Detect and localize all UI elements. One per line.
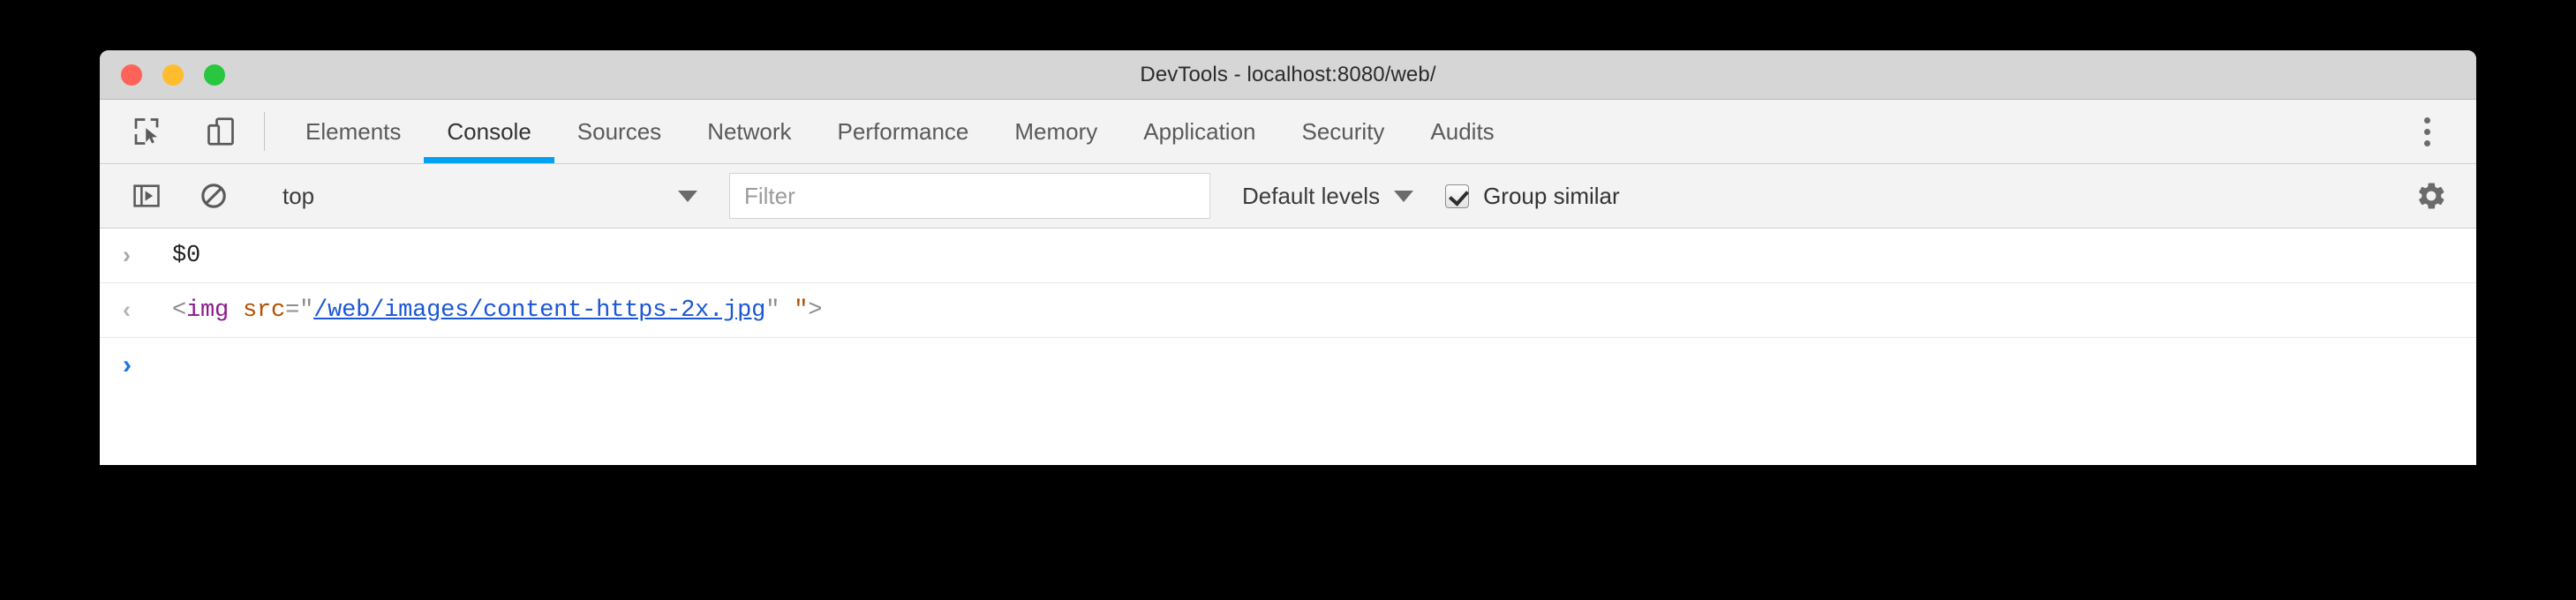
- tab-performance[interactable]: Performance: [815, 100, 992, 163]
- tabbar-tool-icons: [100, 100, 246, 163]
- chevron-down-icon: [678, 190, 697, 202]
- token-angle-close: >: [808, 296, 823, 324]
- console-result-gutter-icon: ‹: [123, 296, 131, 323]
- console-levels-label: Default levels: [1242, 182, 1381, 209]
- token-equals: =: [285, 296, 300, 324]
- tabbar-right-group: [2366, 100, 2476, 163]
- token-tag-name: img: [186, 296, 230, 324]
- window-title: DevTools - localhost:8080/web/: [1140, 63, 1436, 86]
- execution-context-select[interactable]: top: [272, 171, 713, 221]
- tab-network[interactable]: Network: [684, 100, 814, 163]
- tab-application[interactable]: Application: [1120, 100, 1278, 163]
- tab-console[interactable]: Console: [424, 100, 555, 163]
- console-input-expression: $0: [172, 242, 201, 269]
- devtools-tabbar: Elements Console Sources Network Perform…: [100, 100, 2476, 164]
- tab-sources[interactable]: Sources: [554, 100, 684, 163]
- console-input-row[interactable]: › $0: [100, 229, 2476, 283]
- console-message-list[interactable]: › $0 ‹ <img src="/web/images/content-htt…: [100, 229, 2476, 463]
- group-similar-checkbox[interactable]: Group similar: [1445, 171, 1620, 221]
- token-quote-close: ": [765, 296, 780, 324]
- token-trailing-quote: ": [780, 296, 809, 324]
- devtools-window: DevTools - localhost:8080/web/ Elements …: [100, 50, 2476, 465]
- window-titlebar: DevTools - localhost:8080/web/: [100, 50, 2476, 100]
- chevron-down-icon: [1394, 190, 1414, 202]
- resource-link[interactable]: /web/images/content-https-2x.jpg: [313, 297, 765, 324]
- token-quote-open: ": [299, 296, 314, 324]
- console-result-value: <img src="/web/images/content-https-2x.j…: [172, 297, 2476, 324]
- tabbar-separator: [264, 112, 265, 151]
- tab-security[interactable]: Security: [1279, 100, 1408, 163]
- gear-icon[interactable]: [2406, 170, 2457, 221]
- tab-memory[interactable]: Memory: [991, 100, 1120, 163]
- device-toolbar-icon[interactable]: [195, 106, 246, 157]
- execution-context-label: top: [282, 182, 315, 209]
- group-similar-label: Group similar: [1483, 182, 1620, 209]
- tab-elements[interactable]: Elements: [282, 100, 424, 163]
- clear-console-icon[interactable]: [188, 170, 239, 221]
- inspect-element-icon[interactable]: [121, 106, 172, 157]
- console-sidebar-toggle-icon[interactable]: [121, 170, 172, 221]
- console-prompt-row[interactable]: ›: [100, 338, 2476, 393]
- token-angle-open: <: [172, 296, 187, 324]
- console-prompt-chevron-icon: ›: [123, 350, 132, 379]
- console-result-row[interactable]: ‹ <img src="/web/images/content-https-2x…: [100, 283, 2476, 338]
- checkbox-checked-icon: [1445, 184, 1470, 208]
- token-attr-name: src: [243, 296, 286, 324]
- devtools-tabs: Elements Console Sources Network Perform…: [282, 100, 1518, 163]
- kebab-menu-icon[interactable]: [2402, 106, 2452, 157]
- console-input-gutter-icon: ›: [123, 242, 131, 268]
- console-filter-input[interactable]: [729, 173, 1210, 219]
- console-filter-toolbar: top Default levels Group similar: [100, 164, 2476, 229]
- console-levels-select[interactable]: Default levels: [1233, 171, 1422, 221]
- tab-audits[interactable]: Audits: [1407, 100, 1517, 163]
